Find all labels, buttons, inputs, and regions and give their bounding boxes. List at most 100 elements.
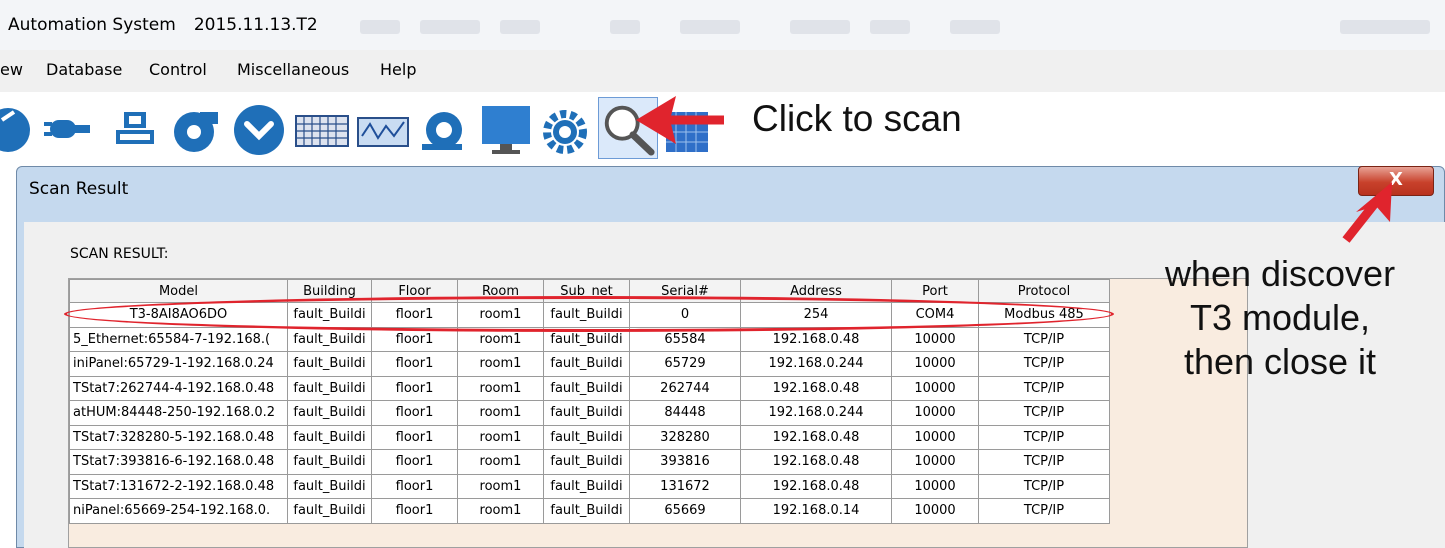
table-row[interactable]: TStat7:393816-6-192.168.0.48 fault_Buildi… xyxy=(69,449,1110,475)
table-cell: 10000 xyxy=(891,424,979,450)
menu-item-view[interactable]: ew xyxy=(0,60,23,79)
table-cell: fault_Buildi xyxy=(287,449,372,475)
blurred-background-text xyxy=(420,20,480,34)
table-cell: TCP/IP xyxy=(978,375,1110,401)
blurred-background-text xyxy=(1340,20,1430,34)
table-cell: room1 xyxy=(457,400,544,426)
keyboard-icon[interactable] xyxy=(294,100,350,156)
table-cell: 10000 xyxy=(891,400,979,426)
grid-icon[interactable] xyxy=(664,100,710,156)
table-row[interactable]: TStat7:131672-2-192.168.0.48 fault_Buildi… xyxy=(69,473,1110,499)
menu-item-miscellaneous[interactable]: Miscellaneous xyxy=(237,60,349,79)
plug-icon[interactable] xyxy=(44,100,94,156)
column-header[interactable]: Model xyxy=(69,279,288,303)
table-cell: room1 xyxy=(457,498,544,524)
column-header[interactable]: Protocol xyxy=(978,279,1110,303)
table-cell: atHUM:84448-250-192.168.0.2 xyxy=(69,400,288,426)
table-cell: 192.168.0.244 xyxy=(740,351,892,377)
table-cell: TCP/IP xyxy=(978,498,1110,524)
blurred-background-text xyxy=(500,20,540,34)
menu-item-database[interactable]: Database xyxy=(46,60,122,79)
table-cell: fault_Buildi xyxy=(287,400,372,426)
table-cell: floor1 xyxy=(371,424,458,450)
menu-item-help[interactable]: Help xyxy=(380,60,416,79)
table-cell: 328280 xyxy=(629,424,741,450)
network-icon[interactable] xyxy=(110,100,160,156)
fan-icon[interactable] xyxy=(170,100,220,156)
table-cell: 393816 xyxy=(629,449,741,475)
app-version: 2015.11.13.T2 xyxy=(193,15,318,35)
table-row[interactable]: niPanel:65669-254-192.168.0. fault_Buildi… xyxy=(69,498,1110,524)
t3-module-highlight xyxy=(64,296,1114,332)
table-cell: fault_Buildi xyxy=(543,424,630,450)
blurred-background-text xyxy=(360,20,400,34)
table-cell: 5_Ethernet:65584-7-192.168.( xyxy=(69,326,288,352)
chart-icon[interactable] xyxy=(356,100,410,156)
app-name: Automation System xyxy=(8,15,176,35)
search-icon xyxy=(604,105,655,156)
table-cell: 192.168.0.14 xyxy=(740,498,892,524)
dialog-title: Scan Result xyxy=(29,179,129,199)
table-cell: TCP/IP xyxy=(978,326,1110,352)
table-cell: 10000 xyxy=(891,326,979,352)
table-cell: floor1 xyxy=(371,498,458,524)
gear-icon[interactable] xyxy=(540,100,590,156)
table-cell: TCP/IP xyxy=(978,400,1110,426)
table-row[interactable]: iniPanel:65729-1-192.168.0.24 fault_Build… xyxy=(69,351,1110,377)
building-icon[interactable] xyxy=(0,100,36,156)
table-cell: fault_Buildi xyxy=(543,449,630,475)
table-cell: 192.168.0.244 xyxy=(740,400,892,426)
menu-item-control[interactable]: Control xyxy=(149,60,207,79)
table-cell: floor1 xyxy=(371,400,458,426)
alarm-bell-icon[interactable] xyxy=(418,100,468,156)
table-cell: floor1 xyxy=(371,375,458,401)
blurred-background-text xyxy=(950,20,1000,34)
app-title-bar: Automation System 2015.11.13.T2 xyxy=(0,0,1445,50)
toolbar xyxy=(0,92,1445,166)
annotation-line: when discover xyxy=(1164,253,1396,294)
blurred-background-text xyxy=(790,20,850,34)
table-cell: 84448 xyxy=(629,400,741,426)
click-to-scan-annotation: Click to scan xyxy=(752,98,962,139)
table-cell: fault_Buildi xyxy=(543,473,630,499)
close-button[interactable]: X xyxy=(1358,166,1434,196)
table-cell: fault_Buildi xyxy=(287,375,372,401)
table-cell: room1 xyxy=(457,473,544,499)
scan-result-label: SCAN RESULT: xyxy=(70,246,169,262)
monitor-icon[interactable] xyxy=(480,100,532,156)
table-cell: floor1 xyxy=(371,351,458,377)
table-cell: fault_Buildi xyxy=(287,473,372,499)
scan-button[interactable] xyxy=(598,97,658,159)
table-cell: 10000 xyxy=(891,498,979,524)
table-cell: 192.168.0.48 xyxy=(740,473,892,499)
table-cell: iniPanel:65729-1-192.168.0.24 xyxy=(69,351,288,377)
table-cell: fault_Buildi xyxy=(543,375,630,401)
table-cell: room1 xyxy=(457,449,544,475)
annotation-line: T3 module, xyxy=(1189,297,1371,338)
table-cell: TStat7:131672-2-192.168.0.48 xyxy=(69,473,288,499)
table-row[interactable]: TStat7:328280-5-192.168.0.48 fault_Buildi… xyxy=(69,424,1110,450)
table-cell: room1 xyxy=(457,375,544,401)
table-cell: 10000 xyxy=(891,375,979,401)
blurred-background-text xyxy=(680,20,740,34)
app-title: Automation System 2015.11.13.T2 xyxy=(8,15,318,35)
table-cell: fault_Buildi xyxy=(287,326,372,352)
table-row[interactable]: TStat7:262744-4-192.168.0.48 fault_Buildi… xyxy=(69,375,1110,401)
close-dialog-annotation: when discover T3 module, then close it xyxy=(1130,252,1430,384)
table-cell: fault_Buildi xyxy=(543,498,630,524)
table-cell: floor1 xyxy=(371,449,458,475)
table-cell: TCP/IP xyxy=(978,473,1110,499)
table-cell: 65669 xyxy=(629,498,741,524)
table-cell: TStat7:262744-4-192.168.0.48 xyxy=(69,375,288,401)
blurred-background-text xyxy=(870,20,910,34)
table-cell: 10000 xyxy=(891,473,979,499)
blurred-background-text xyxy=(610,20,640,34)
table-cell: TCP/IP xyxy=(978,351,1110,377)
table-cell: niPanel:65669-254-192.168.0. xyxy=(69,498,288,524)
chevron-circle-icon[interactable] xyxy=(232,100,286,156)
table-cell: 262744 xyxy=(629,375,741,401)
table-cell: fault_Buildi xyxy=(287,351,372,377)
table-cell: room1 xyxy=(457,351,544,377)
table-row[interactable]: atHUM:84448-250-192.168.0.2 fault_Buildi f… xyxy=(69,400,1110,426)
table-cell: fault_Buildi xyxy=(287,498,372,524)
